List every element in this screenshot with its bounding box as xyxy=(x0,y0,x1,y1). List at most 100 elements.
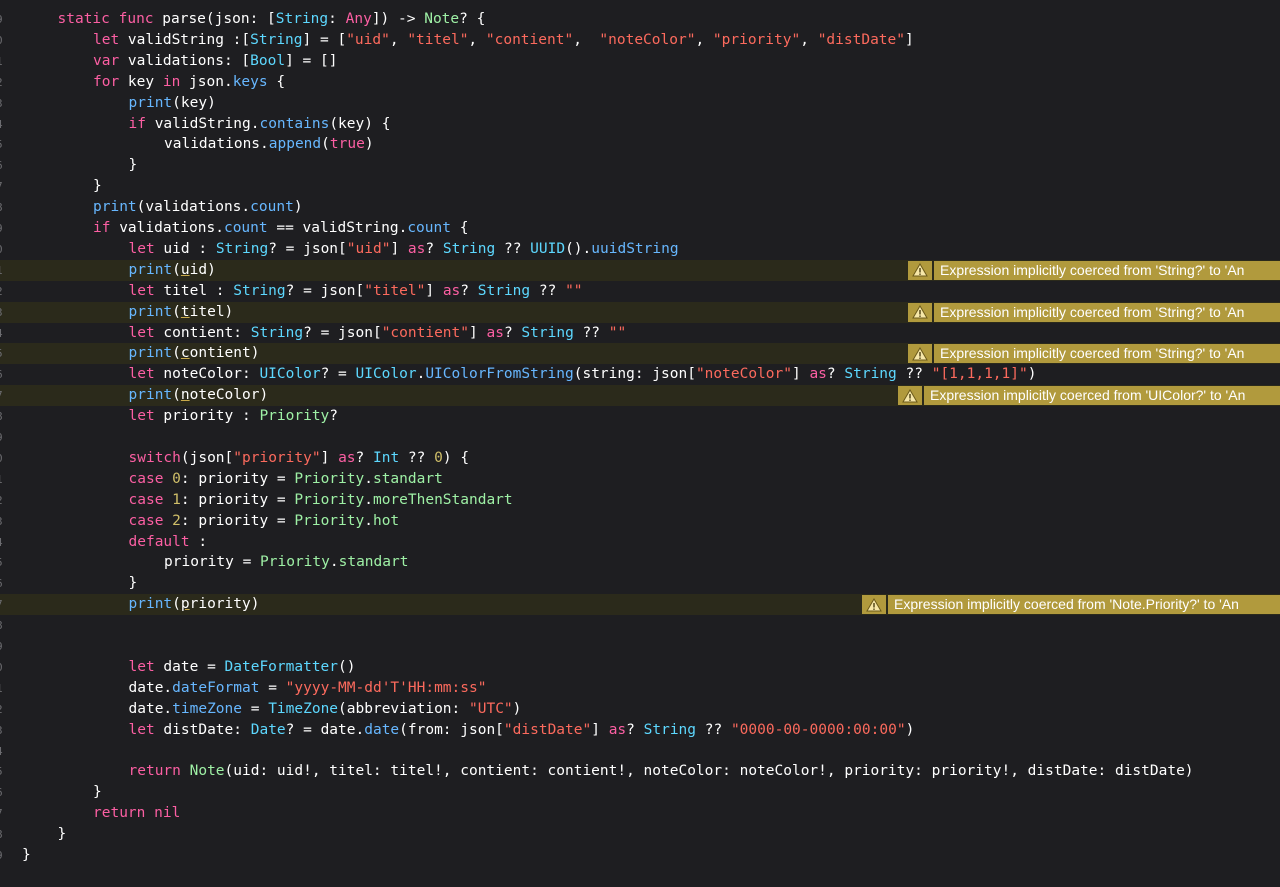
line-number: 6 xyxy=(0,155,6,176)
code-line[interactable]: 0switch(json["priority"] as? Int ?? 0) { xyxy=(0,448,1280,469)
code-token: in xyxy=(162,73,190,90)
code-token: as xyxy=(486,324,504,341)
code-line[interactable]: 0let uid : String? = json["uid"] as? Str… xyxy=(0,239,1280,260)
code-text: default : xyxy=(129,532,208,553)
code-line[interactable]: 9} xyxy=(0,845,1280,866)
code-token: titel : xyxy=(163,282,234,299)
code-line[interactable]: 4let contient: String? = json["contient"… xyxy=(0,323,1280,344)
code-token: "priority" xyxy=(712,31,801,48)
code-token: case xyxy=(128,512,173,529)
code-token: } xyxy=(93,784,102,801)
code-line[interactable]: 7} xyxy=(0,176,1280,197)
code-token: Note xyxy=(189,763,225,780)
code-token: dateFormat xyxy=(172,679,260,696)
code-token: : priority = xyxy=(180,512,295,529)
line-number: 6 xyxy=(0,782,6,803)
code-text: switch(json["priority"] as? Int ?? 0) { xyxy=(129,448,470,469)
warning-triangle-icon[interactable] xyxy=(862,595,886,615)
code-line[interactable]: 1 case 0: priority = Priority.standart xyxy=(0,469,1280,490)
warning-banner[interactable]: Expression implicitly coerced from 'UICo… xyxy=(898,386,1280,406)
code-line[interactable]: 5 validations.append(true) xyxy=(0,134,1280,155)
code-token: 0 xyxy=(172,470,181,487)
code-token: ontient) xyxy=(189,345,260,362)
code-token: standart xyxy=(372,470,443,487)
code-line[interactable]: 9 xyxy=(0,636,1280,657)
code-line[interactable]: 8 xyxy=(0,615,1280,636)
code-line[interactable]: 2let titel : String? = json["titel"] as?… xyxy=(0,281,1280,302)
line-number: 7 xyxy=(0,803,6,824)
code-token: ] xyxy=(905,31,914,48)
code-line[interactable]: 4 xyxy=(0,741,1280,762)
code-line[interactable]: 5 print(contient) Expression implicitly co… xyxy=(0,343,1280,365)
code-token: "uid" xyxy=(346,240,391,257)
code-editor[interactable]: 9static func parse(json: [String: Any]) … xyxy=(0,0,1280,887)
code-line[interactable]: 6} xyxy=(0,573,1280,594)
code-line[interactable]: 0 let validString :[String] = ["uid", "ti… xyxy=(0,30,1280,51)
code-token: . xyxy=(364,470,373,487)
code-line[interactable]: 4 if validString.contains(key) { xyxy=(0,114,1280,135)
code-token: "noteColor" xyxy=(599,31,696,48)
line-number: 2 xyxy=(0,72,6,93)
warning-message: Expression implicitly coerced from 'UICo… xyxy=(924,386,1280,406)
warning-triangle-icon[interactable] xyxy=(898,386,922,406)
code-line[interactable]: 1 var validations: [Bool] = [] xyxy=(0,51,1280,72)
code-token: () xyxy=(338,658,356,675)
code-token: ? xyxy=(826,366,845,383)
code-line[interactable]: 9if validations.count == validString.cou… xyxy=(0,218,1280,239)
code-token: ] xyxy=(320,449,339,466)
code-token: String xyxy=(215,240,269,257)
warning-banner[interactable]: Expression implicitly coerced from 'Note… xyxy=(862,595,1280,615)
line-number: 5 xyxy=(0,761,6,782)
code-token: ? xyxy=(460,282,478,299)
code-line[interactable]: 3 let distDate: Date? = date.date(from: j… xyxy=(0,720,1280,741)
code-line[interactable]: 4 default : xyxy=(0,532,1280,553)
code-line[interactable]: 8 print(validations.count) xyxy=(0,197,1280,218)
code-token: return xyxy=(93,805,155,822)
code-line[interactable]: 9 static func parse(json: [String: Any]) … xyxy=(0,9,1280,30)
code-line[interactable]: 3 print(titel) Expression implicitly coerc… xyxy=(0,301,1280,323)
warning-message: Expression implicitly coerced from 'Stri… xyxy=(934,344,1280,364)
code-line[interactable]: 2 case 1: priority = Priority.moreThenSta… xyxy=(0,490,1280,511)
code-token: print xyxy=(128,596,173,613)
code-line[interactable]: 6} xyxy=(0,155,1280,176)
code-line[interactable]: 6 let noteColor: UIColor? = UIColor.UICol… xyxy=(0,364,1280,385)
code-line[interactable]: 3 case 2: priority = Priority.hot xyxy=(0,511,1280,532)
code-token: var xyxy=(93,52,128,69)
code-line[interactable]: 7 print(priority) Expression implicitly co… xyxy=(0,594,1280,616)
code-line[interactable]: 8 let priority : Priority? xyxy=(0,406,1280,427)
code-token: ? { xyxy=(459,11,486,27)
warning-banner[interactable]: Expression implicitly coerced from 'Stri… xyxy=(908,344,1280,364)
code-line[interactable]: 5 priority = Priority.standart xyxy=(0,552,1280,573)
warning-triangle-icon[interactable] xyxy=(908,260,932,280)
line-number: 9 xyxy=(0,845,6,866)
code-line[interactable]: 5 return Note(uid: uid!, titel: titel!, c… xyxy=(0,761,1280,782)
code-token: let xyxy=(128,721,164,738)
code-token: (from: json[ xyxy=(399,721,504,738)
code-line[interactable]: 1 print(uid) Expression implicitly coerced… xyxy=(0,259,1280,281)
code-line[interactable]: 0 let date = DateFormatter() xyxy=(0,657,1280,678)
warning-banner[interactable]: Expression implicitly coerced from 'Stri… xyxy=(908,260,1280,280)
warning-banner[interactable]: Expression implicitly coerced from 'Stri… xyxy=(908,302,1280,322)
code-line[interactable]: 2 date.timeZone = TimeZone(abbreviation: … xyxy=(0,699,1280,720)
code-line[interactable]: 9 xyxy=(0,427,1280,448)
code-text: print(titel) xyxy=(129,302,234,323)
warning-triangle-icon[interactable] xyxy=(908,344,932,364)
code-token: String xyxy=(442,240,496,257)
code-token: ( xyxy=(172,345,181,362)
code-token: (key) { xyxy=(329,115,391,132)
code-token: ] xyxy=(469,324,487,341)
line-number: 7 xyxy=(0,594,6,615)
code-line[interactable]: 7 return nil xyxy=(0,803,1280,824)
code-line[interactable]: 7 print(noteColor) Expression implicitly c… xyxy=(0,385,1280,407)
code-token: static xyxy=(57,11,119,27)
code-line[interactable]: 3 print(key) xyxy=(0,93,1280,114)
warning-triangle-icon[interactable] xyxy=(908,302,932,322)
code-line[interactable]: 2 for key in json.keys { xyxy=(0,72,1280,93)
code-token: (json[ xyxy=(180,449,234,466)
code-line[interactable]: 8} xyxy=(0,824,1280,845)
code-token: String xyxy=(250,31,303,48)
code-text: let contient: String? = json["contient"]… xyxy=(129,323,627,344)
code-token: Priority xyxy=(294,491,365,508)
code-line[interactable]: 1 date.dateFormat = "yyyy-MM-dd'T'HH:mm:s… xyxy=(0,678,1280,699)
code-line[interactable]: 6} xyxy=(0,782,1280,803)
